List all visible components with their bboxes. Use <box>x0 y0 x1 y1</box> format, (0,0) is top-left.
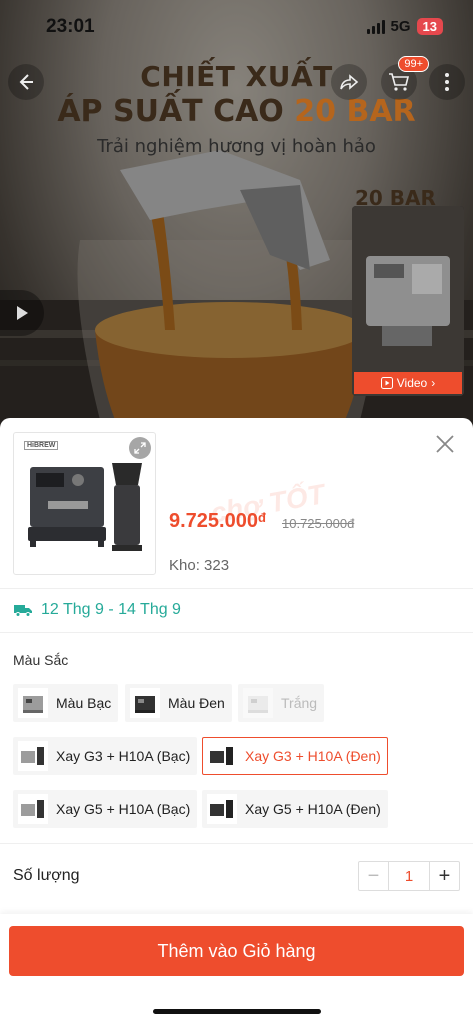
play-video-button[interactable] <box>0 290 44 336</box>
original-price: 10.725.000đ <box>282 516 355 531</box>
back-button[interactable] <box>8 64 44 100</box>
variant-label: Xay G3 + H10A (Bạc) <box>56 748 191 764</box>
variant-thumbnail <box>207 794 237 824</box>
add-to-cart-button[interactable]: Thêm vào Giỏ hàng <box>9 926 464 976</box>
close-icon[interactable] <box>433 432 457 456</box>
variant-option-g5-black[interactable]: Xay G5 + H10A (Đen) <box>202 790 388 828</box>
delivery-estimate: 12 Thg 9 - 14 Thg 9 <box>13 601 181 619</box>
share-icon <box>340 74 359 90</box>
variant-thumbnail <box>18 794 48 824</box>
hero-headline-2-prefix: ÁP SUẤT CAO <box>57 94 295 129</box>
cart-count-badge: 99+ <box>398 56 429 72</box>
divider <box>0 588 473 589</box>
variant-label: Xay G3 + H10A (Đen) <box>245 748 381 764</box>
share-button[interactable] <box>331 64 367 100</box>
video-label-text: Video <box>396 376 428 390</box>
divider <box>0 632 473 633</box>
brand-tag: HiBREW <box>24 441 59 450</box>
variant-label: Màu Đen <box>168 695 225 711</box>
battery-icon: 13 <box>416 18 443 35</box>
variant-thumbnail <box>207 741 237 771</box>
status-bar: 23:01 5G 13 <box>0 0 473 52</box>
price-value: 9.725.000 <box>169 510 258 532</box>
more-button[interactable] <box>429 64 465 100</box>
cart-icon <box>389 73 410 91</box>
stock-label: Kho: 323 <box>169 557 230 574</box>
variant-thumbnail <box>130 688 160 718</box>
variant-option-g3-silver[interactable]: Xay G3 + H10A (Bạc) <box>13 737 198 775</box>
variant-section-label: Màu Sắc <box>13 652 69 668</box>
quantity-label: Số lượng <box>13 867 80 884</box>
video-thumbnail[interactable]: Video › <box>352 206 464 396</box>
decrease-quantity-button[interactable]: − <box>359 862 389 890</box>
footer-bar: Thêm vào Giỏ hàng <box>0 914 473 1024</box>
cart-button[interactable]: 99+ <box>381 56 429 100</box>
variant-option-g5-silver[interactable]: Xay G5 + H10A (Bạc) <box>13 790 198 828</box>
chevron-right-icon: › <box>431 376 436 390</box>
signal-icon <box>366 19 385 34</box>
truck-icon <box>14 605 32 617</box>
more-dots-icon <box>445 73 449 91</box>
increase-quantity-button[interactable]: + <box>429 862 459 890</box>
divider <box>0 843 473 844</box>
quantity-stepper: − 1 + <box>358 861 460 891</box>
variant-thumbnail <box>18 741 48 771</box>
quantity-value[interactable]: 1 <box>389 862 429 890</box>
variant-bottom-sheet: HiBREW chợ TỐT 9.725.000đ 10.725.000đ Kh… <box>0 418 473 1024</box>
play-icon <box>17 306 28 320</box>
machine-thumbnail-illustration <box>352 206 464 396</box>
variant-option-black[interactable]: Màu Đen <box>125 684 232 722</box>
variant-label: Xay G5 + H10A (Bạc) <box>56 801 191 817</box>
hero-tagline: Trải nghiệm hương vị hoàn hảo <box>97 136 376 157</box>
price-currency: đ <box>257 510 266 525</box>
variant-label: Trắng <box>281 695 318 711</box>
arrow-left-icon <box>19 74 33 90</box>
variant-label: Màu Bạc <box>56 695 112 711</box>
network-label: 5G <box>390 18 411 35</box>
product-price: 9.725.000đ <box>169 510 266 533</box>
variant-option-g3-black[interactable]: Xay G3 + H10A (Đen) <box>202 737 388 775</box>
variant-thumbnail <box>243 688 273 718</box>
status-time: 23:01 <box>46 16 95 37</box>
expand-icon[interactable] <box>129 437 151 459</box>
delivery-dates: 12 Thg 9 - 14 Thg 9 <box>41 601 181 618</box>
product-image[interactable]: HiBREW <box>13 432 156 575</box>
video-play-icon <box>380 377 393 389</box>
video-label-bar: Video › <box>354 372 462 394</box>
home-indicator <box>153 1009 321 1014</box>
variant-option-white[interactable]: Trắng <box>238 684 325 722</box>
variant-thumbnail <box>18 688 48 718</box>
variant-option-silver[interactable]: Màu Bạc <box>13 684 119 722</box>
variant-label: Xay G5 + H10A (Đen) <box>245 801 381 817</box>
